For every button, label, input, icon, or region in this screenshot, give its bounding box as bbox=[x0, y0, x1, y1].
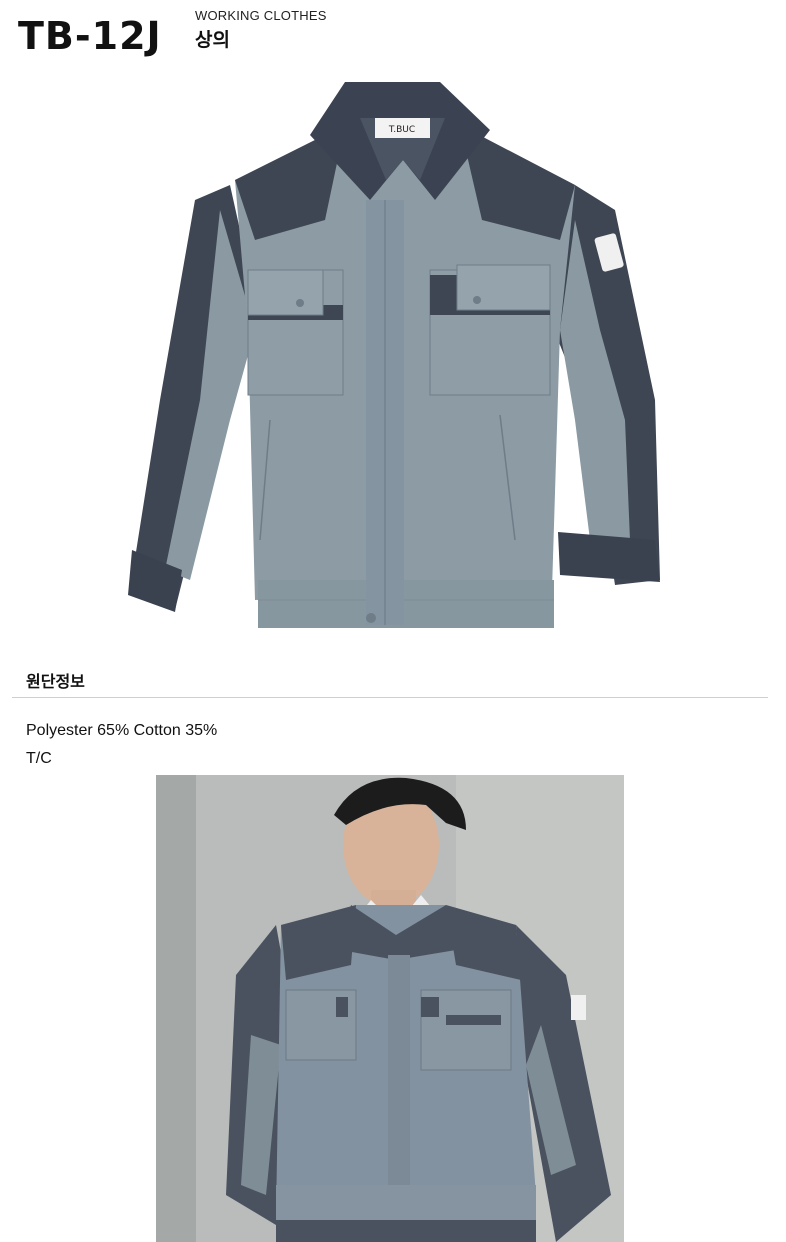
fabric-info-title: 원단정보 bbox=[26, 672, 85, 691]
model-photo bbox=[156, 775, 624, 1242]
model-sleeve-badge bbox=[571, 995, 586, 1020]
model-pants bbox=[276, 1220, 536, 1242]
category-ko: 상의 bbox=[195, 29, 230, 51]
divider bbox=[12, 697, 768, 698]
jacket-product-image: T.BUC bbox=[128, 82, 660, 628]
left-pocket-flap bbox=[247, 269, 324, 316]
fabric-composition: Polyester 65% Cotton 35% bbox=[26, 722, 218, 739]
category: WORKING CLOTHES 상의 bbox=[195, 8, 327, 52]
label-tag-text: T.BUC bbox=[388, 125, 415, 135]
hem-band bbox=[258, 580, 554, 628]
fabric-info: Polyester 65% Cotton 35% T/C bbox=[26, 717, 217, 773]
right-cuff bbox=[558, 532, 660, 582]
model-code: TB-12J bbox=[18, 14, 162, 58]
fabric-type: T/C bbox=[26, 750, 52, 767]
right-pocket-flap bbox=[456, 264, 551, 311]
category-en: WORKING CLOTHES bbox=[195, 8, 327, 23]
